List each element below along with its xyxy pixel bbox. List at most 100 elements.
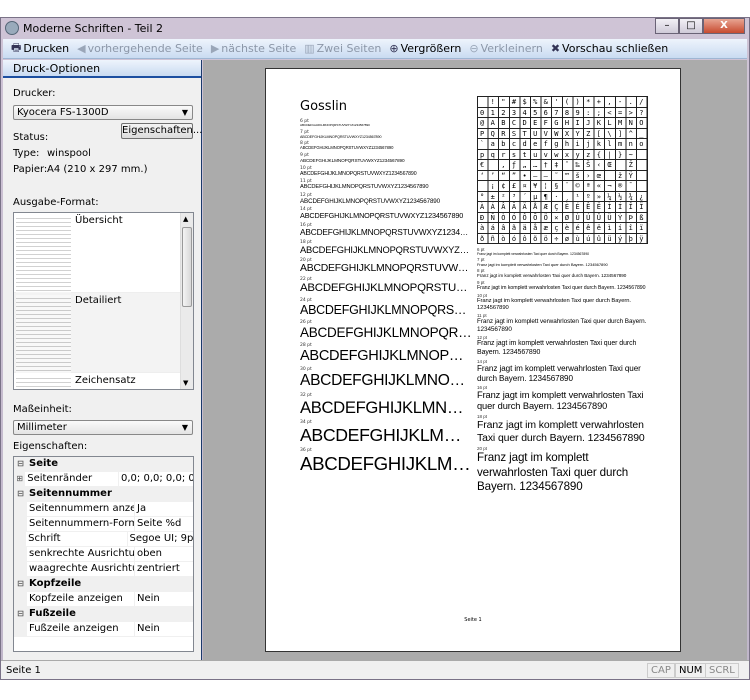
property-grid[interactable]: ⊟Seite⊞Seitenränder0,0; 0,0; 0,0; 0,0⊟Se… bbox=[13, 456, 194, 652]
property-category[interactable]: ⊟ Seite bbox=[14, 457, 193, 472]
alphabet-sample: ABCDEFGHIJKLMNOPQRSTUVWXYZ1234567890 bbox=[300, 146, 394, 151]
sentence-sample: Franz jagt im komplett verwahrlosten Tax… bbox=[477, 340, 637, 356]
property-name: Fußzeile anzeigen bbox=[27, 622, 135, 636]
format-item[interactable]: Übersicht bbox=[14, 213, 193, 293]
sentence-sample: Franz jagt im komplett verwahrlosten Tax… bbox=[477, 363, 641, 383]
collapse-icon[interactable]: ⊟ bbox=[14, 607, 27, 621]
alphabet-sample: ABCDEFGHIJKLMNOPQRSTUVWXYZ1234567890 bbox=[300, 372, 472, 390]
chevron-down-icon: ▼ bbox=[181, 108, 188, 117]
toolbar-button-vorhergehende-seite[interactable]: ◀ vorhergehende Seite bbox=[77, 42, 203, 55]
property-value[interactable]: Seite %d bbox=[135, 517, 181, 531]
toolbar-button-drucken[interactable]: 🖶 Drucken bbox=[11, 39, 69, 58]
alphabet-sample: ABCDEFGHIJKLMNOPQRSTUVWXYZ1234567890 bbox=[300, 124, 370, 127]
toolbar-button-label: Vorschau schließen bbox=[562, 42, 669, 55]
alphabet-sample: ABCDEFGHIJKLMNOPQRSTUVWXYZ1234567890 bbox=[300, 197, 440, 205]
toolbar-button-vergrößern[interactable]: ⊕ Vergrößern bbox=[389, 42, 461, 55]
properties-button[interactable]: Eigenschaften... bbox=[121, 123, 202, 139]
alphabet-sample: ABCDEFGHIJKLMNOPQRSTUVWXYZ1234567890 bbox=[300, 397, 472, 417]
toolbar-button-zwei-seiten[interactable]: ▥ Zwei Seiten bbox=[304, 42, 381, 55]
property-category[interactable]: ⊟ Kopfzeile bbox=[14, 577, 193, 592]
toolbar-button-vorschau-schließen[interactable]: ✖ Vorschau schließen bbox=[551, 42, 668, 55]
collapse-icon[interactable]: ⊟ bbox=[14, 487, 27, 501]
row-gutter bbox=[14, 622, 27, 636]
title-bar: Moderne Schriften - Teil 2 – □ X bbox=[1, 18, 749, 38]
page-number: Seite 1 bbox=[464, 617, 482, 623]
property-value[interactable]: 0,0; 0,0; 0,0; 0,0 bbox=[119, 472, 193, 486]
property-name: senkrechte Ausrichtung bbox=[27, 547, 135, 561]
expand-icon[interactable]: ⊞ bbox=[14, 472, 26, 486]
unit-value: Millimeter bbox=[17, 422, 67, 433]
preview-page: Gosslin 6 pt ABCDEFGHIJKLMNOPQRSTUVWXYZ12… bbox=[265, 68, 681, 652]
property-value[interactable]: Nein bbox=[135, 622, 160, 636]
unit-select[interactable]: Millimeter ▼ bbox=[13, 420, 193, 435]
status-bar: Seite 1 CAP NUM SCRL bbox=[1, 660, 749, 679]
alphabet-sample: ABCDEFGHIJKLMNOPQRSTUVWXYZ1234567890 bbox=[300, 262, 472, 274]
paper-value: A4 (210 x 297 mm.) bbox=[47, 164, 148, 175]
property-row[interactable]: senkrechte Ausrichtungoben bbox=[14, 547, 193, 562]
property-name: Schrift bbox=[26, 532, 128, 546]
row-gutter bbox=[14, 532, 27, 546]
collapse-icon[interactable]: ⊟ bbox=[14, 457, 27, 471]
sentence-sample: Franz jagt im komplett verwahrlosten Tax… bbox=[477, 297, 631, 311]
minimize-button[interactable]: – bbox=[655, 18, 679, 34]
property-name: waagrechte Ausrichtung bbox=[27, 562, 135, 576]
output-format-list[interactable]: Übersicht Detailiert Zeichensatz ▲ ▼ bbox=[13, 212, 194, 390]
alphabet-sample: ABCDEFGHIJKLMNOPQRSTUVWXYZ1234567890 bbox=[300, 424, 472, 445]
print-options-panel: Druck-Optionen Drucker: Kyocera FS-1300D… bbox=[3, 60, 202, 660]
printer-select[interactable]: Kyocera FS-1300D ▼ bbox=[13, 105, 193, 120]
category-name: Fußzeile bbox=[27, 607, 193, 621]
property-category[interactable]: ⊟ Fußzeile bbox=[14, 607, 193, 622]
property-row[interactable]: Schrift Segoe UI; 9pt bbox=[14, 532, 193, 547]
format-item[interactable]: Zeichensatz bbox=[14, 373, 193, 389]
toolbar-button-label: Vergrößern bbox=[400, 42, 462, 55]
format-item[interactable]: Detailiert bbox=[14, 293, 193, 373]
property-value[interactable]: oben bbox=[135, 547, 162, 561]
scrollbar[interactable]: ▲ ▼ bbox=[180, 213, 193, 389]
status-text: Seite 1 bbox=[6, 664, 41, 676]
property-category[interactable]: ⊟ Seitennummer bbox=[14, 487, 193, 502]
window-title: Moderne Schriften - Teil 2 bbox=[23, 21, 164, 35]
property-value[interactable]: Nein bbox=[135, 592, 160, 606]
close-button[interactable]: X bbox=[703, 18, 745, 34]
property-row[interactable]: Fußzeile anzeigen Nein bbox=[14, 622, 193, 637]
format-name: Zeichensatz bbox=[75, 375, 136, 386]
scroll-thumb[interactable] bbox=[182, 227, 192, 307]
property-row[interactable]: ⊞Seitenränder0,0; 0,0; 0,0; 0,0 bbox=[14, 472, 193, 487]
paper-label: Papier: bbox=[13, 164, 48, 175]
panel-header: Druck-Optionen bbox=[3, 60, 201, 78]
charset-row: ¡¢£¤¥¦§¨©ª«¬­®¯ bbox=[477, 181, 647, 192]
alphabet-sample: ABCDEFGHIJKLMNOPQRSTUVWXYZ1234567890 bbox=[300, 324, 472, 340]
toolbar-button-nächste-seite[interactable]: ▶ nächste Seite bbox=[211, 42, 296, 55]
app-icon bbox=[5, 21, 19, 35]
alphabet-sample: ABCDEFGHIJKLMNOPQRSTUVWXYZ1234567890 bbox=[300, 452, 472, 474]
scroll-up-icon[interactable]: ▲ bbox=[183, 215, 188, 223]
alphabet-sample: ABCDEFGHIJKLMNOPQRSTUVWXYZ1234567890 bbox=[300, 227, 472, 237]
indicator-cap: CAP bbox=[647, 663, 675, 678]
property-row[interactable]: Kopfzeile anzeigen Nein bbox=[14, 592, 193, 607]
toolbar: 🖶 Drucken ◀ vorhergehende Seite ▶ nächste Sei… bbox=[3, 39, 747, 59]
collapse-icon[interactable]: ⊟ bbox=[14, 577, 27, 591]
charset-row: ÐÑÒÓÔÕÖ×ØÙÚÛÜÝÞß bbox=[477, 212, 647, 223]
toolbar-button-label: vorhergehende Seite bbox=[87, 42, 203, 55]
property-value[interactable]: zentriert bbox=[135, 562, 180, 576]
property-row[interactable]: waagrechte Ausrichtungzentriert bbox=[14, 562, 193, 577]
property-row[interactable]: Seitennummern anzeigenJa bbox=[14, 502, 193, 517]
sentence-sample: Franz jagt im komplett verwahrlosten Tax… bbox=[477, 273, 627, 279]
scroll-down-icon[interactable]: ▼ bbox=[183, 379, 188, 387]
print-preview-window: Moderne Schriften - Teil 2 – □ X 🖶 Drucke… bbox=[0, 17, 750, 680]
maximize-button[interactable]: □ bbox=[679, 18, 703, 34]
property-value[interactable]: Ja bbox=[135, 502, 146, 516]
toolbar-button-label: nächste Seite bbox=[221, 42, 297, 55]
format-label: Ausgabe-Format: bbox=[13, 197, 99, 208]
two-pages-icon: ▥ bbox=[304, 42, 315, 55]
format-thumbnail bbox=[16, 375, 71, 389]
property-value[interactable]: Segoe UI; 9pt bbox=[128, 532, 193, 546]
property-row[interactable]: Seitennummern-FormatSeite %d bbox=[14, 517, 193, 532]
printer-icon: 🖶 bbox=[11, 41, 22, 54]
alphabet-sample: ABCDEFGHIJKLMNOPQRSTUVWXYZ1234567890 bbox=[300, 244, 472, 255]
properties-label: Eigenschaften: bbox=[13, 441, 88, 452]
toolbar-button-verkleinern[interactable]: ⊖ Verkleinern bbox=[469, 42, 542, 55]
format-name: Detailiert bbox=[75, 295, 122, 306]
row-gutter bbox=[14, 592, 27, 606]
status-label: Status: bbox=[13, 132, 49, 143]
